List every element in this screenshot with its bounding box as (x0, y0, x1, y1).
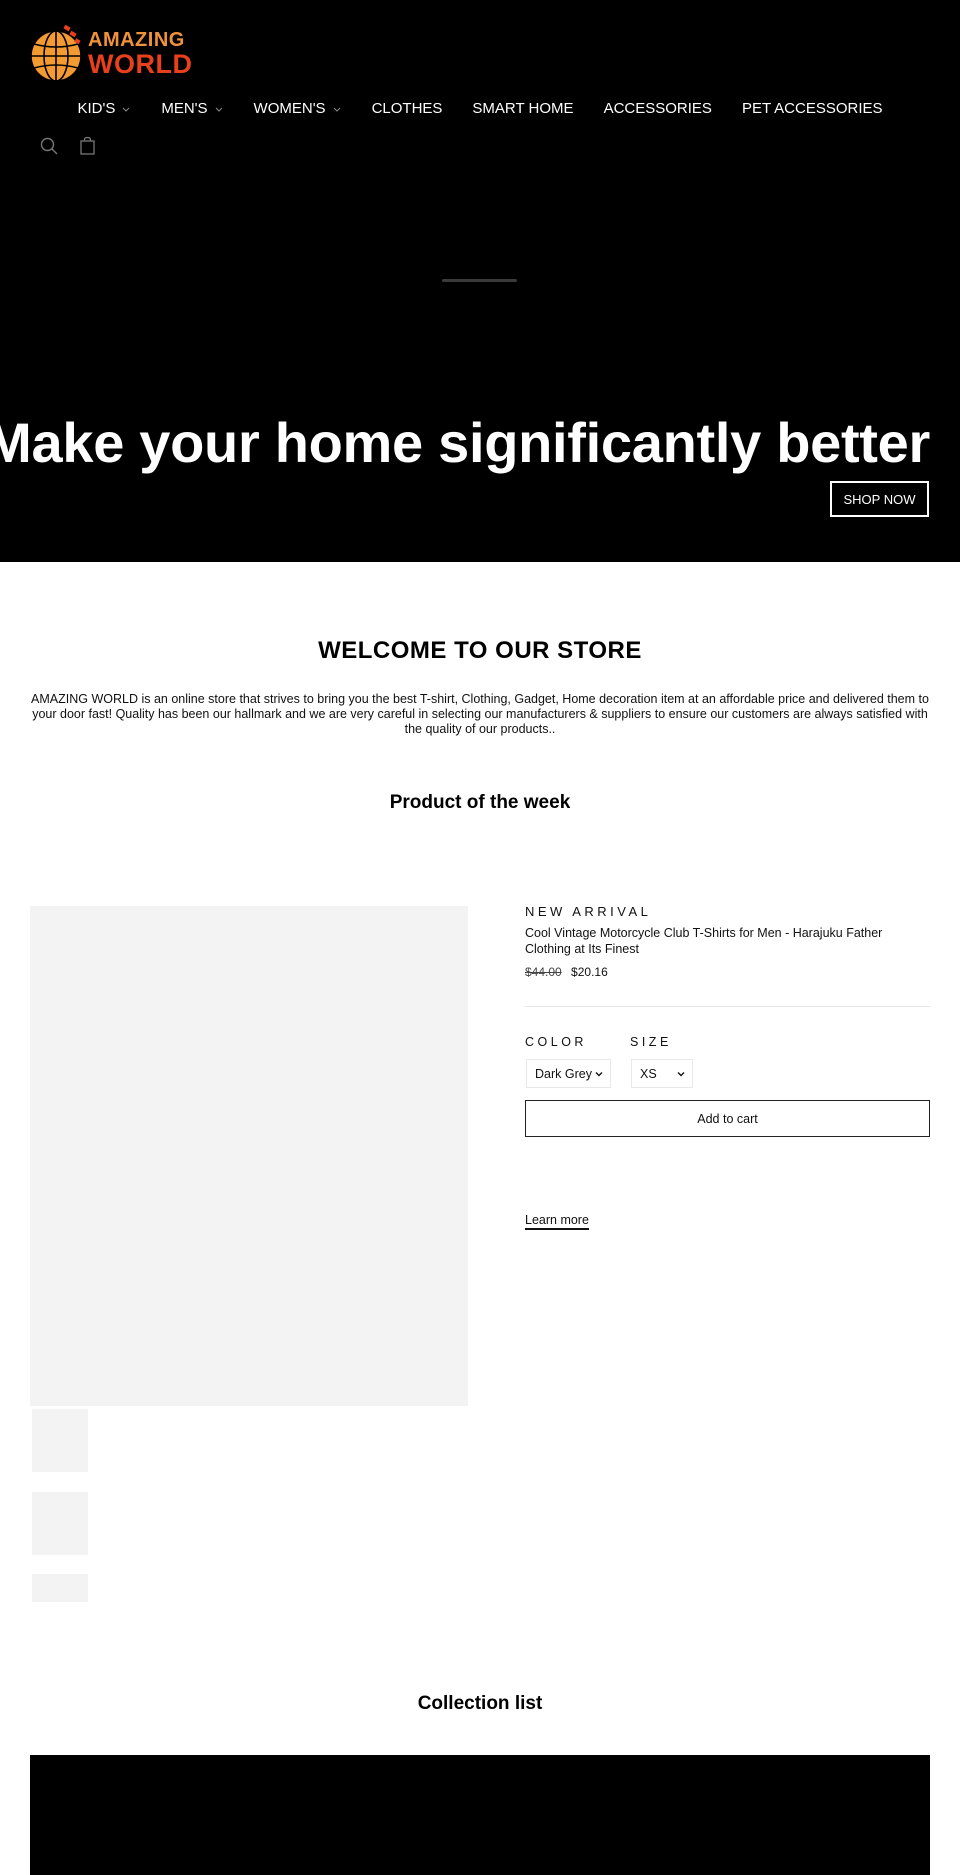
chevron-down-icon (677, 1072, 685, 1077)
divider (525, 1006, 930, 1007)
welcome-text: AMAZING WORLD is an online store that st… (31, 692, 929, 736)
cart-button[interactable] (78, 136, 98, 156)
logo-text-bottom: WORLD (88, 49, 193, 79)
nav-item-womens[interactable]: WOMEN'S (254, 100, 342, 117)
nav-item-mens[interactable]: MEN'S (161, 100, 223, 117)
cart-bag-icon (80, 136, 95, 155)
shop-now-button[interactable]: SHOP NOW (830, 481, 929, 517)
hero-title: Make your home significantly better (0, 411, 930, 474)
nav-label: SMART HOME (472, 100, 574, 117)
price-row: $44.00 $20.16 (525, 965, 930, 979)
color-label: COLOR (525, 1035, 587, 1049)
nav-label: MEN'S (161, 100, 208, 117)
nav-item-clothes[interactable]: CLOTHES (372, 100, 443, 117)
search-button[interactable] (39, 136, 59, 156)
product-of-week-title: Product of the week (389, 792, 571, 813)
price-sale: $20.16 (571, 965, 608, 979)
welcome-title: WELCOME TO OUR STORE (318, 637, 642, 664)
learn-more-link[interactable]: Learn more (525, 1213, 589, 1230)
nav-item-smart-home[interactable]: SMART HOME (472, 100, 573, 117)
size-select-value: XS (640, 1066, 657, 1081)
nav-label: KID'S (77, 100, 116, 117)
slideshow-progress-bar[interactable] (442, 279, 517, 282)
chevron-down-icon (333, 107, 340, 112)
product-info: NEW ARRIVAL Cool Vintage Motorcycle Club… (525, 904, 930, 979)
collection-list-title: Collection list (417, 1693, 543, 1714)
nav-label: WOMEN'S (253, 100, 326, 117)
product-main-image[interactable] (30, 906, 468, 1406)
search-icon (40, 137, 58, 155)
price-original: $44.00 (525, 965, 562, 979)
nav-item-kids[interactable]: KID'S (77, 100, 131, 117)
chevron-down-icon (595, 1072, 603, 1077)
color-select-value: Dark Grey (535, 1066, 592, 1081)
globe-icon (30, 24, 82, 82)
nav-label: CLOTHES (371, 100, 443, 117)
logo-text-top: AMAZING (88, 29, 185, 51)
product-label: NEW ARRIVAL (525, 904, 652, 919)
collection-item[interactable] (30, 1755, 930, 1875)
nav-label: ACCESSORIES (603, 100, 712, 117)
nav-item-accessories[interactable]: ACCESSORIES (604, 100, 712, 117)
site-header: AMAZING WORLD KID'S MEN'S WOMEN'S CLOTHE… (0, 0, 960, 562)
product-thumbnail[interactable] (32, 1492, 88, 1555)
store-logo[interactable]: AMAZING WORLD (30, 24, 192, 84)
nav-item-pet-accessories[interactable]: PET ACCESSORIES (742, 100, 883, 117)
color-select[interactable]: Dark Grey (526, 1059, 611, 1088)
product-thumbnail[interactable] (32, 1574, 88, 1602)
chevron-down-icon (122, 107, 130, 112)
product-title[interactable]: Cool Vintage Motorcycle Club T-Shirts fo… (525, 925, 930, 957)
product-thumbnail[interactable] (32, 1409, 88, 1472)
size-select[interactable]: XS (631, 1059, 693, 1088)
size-label: SIZE (630, 1035, 672, 1049)
main-nav: KID'S MEN'S WOMEN'S CLOTHES SMART HOME A… (0, 100, 960, 117)
nav-label: PET ACCESSORIES (741, 100, 883, 117)
add-to-cart-button[interactable]: Add to cart (525, 1100, 930, 1137)
chevron-down-icon (215, 107, 222, 112)
